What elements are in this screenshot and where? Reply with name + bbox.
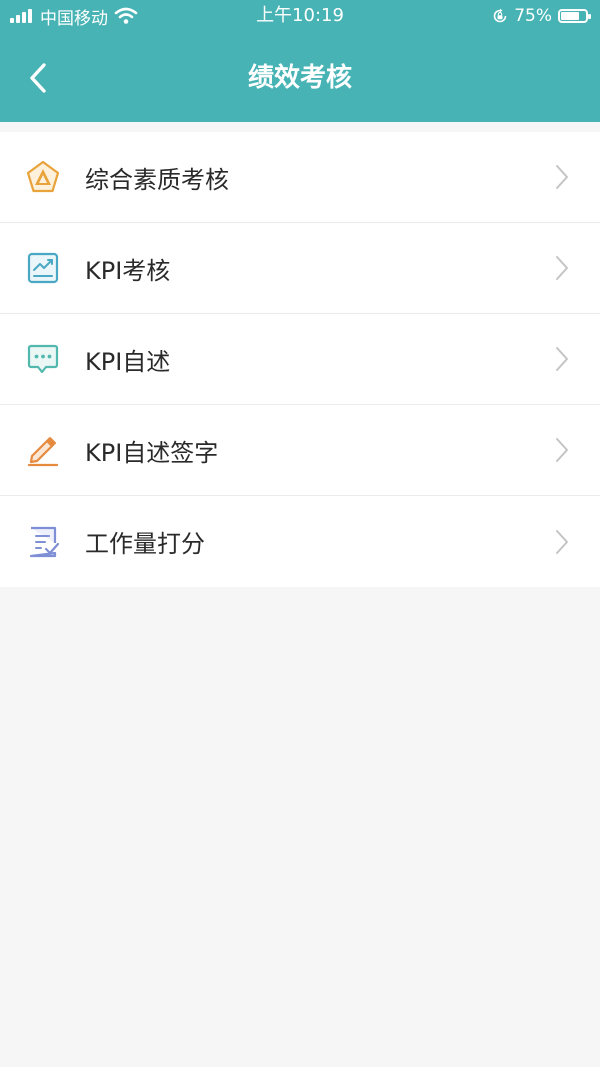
menu-item-label: KPI自述签字 [85,438,219,467]
page-title: 绩效考核 [247,63,352,93]
menu-list: 综合素质考核 KPI考核 KPI自述 KPI自述签字 工作量打分 [0,132,600,587]
chevron-right-icon [556,529,568,554]
menu-item-kpi-signature[interactable]: KPI自述签字 [0,405,600,496]
pentagon-badge-icon [25,159,61,195]
chevron-right-icon [556,256,568,280]
chat-bubble-icon [25,341,61,377]
menu-item-kpi-assessment[interactable]: KPI考核 [0,223,600,314]
menu-item-kpi-self-statement[interactable]: KPI自述 [0,314,600,405]
menu-item-workload-scoring[interactable]: 工作量打分 [0,496,600,587]
menu-item-label: KPI自述 [85,347,171,376]
menu-item-label: 综合素质考核 [85,165,229,194]
status-bar: 中国移动 上午10:19 75% [0,0,600,36]
battery-icon [558,9,591,23]
header: 中国移动 上午10:19 75% 绩效考核 [0,0,600,122]
menu-item-quality-assessment[interactable]: 综合素质考核 [0,132,600,223]
chevron-right-icon [556,438,568,462]
battery-percent: 75% [514,6,552,26]
rotation-lock-icon [493,8,507,23]
status-right: 75% [492,5,591,27]
checklist-icon [25,524,61,560]
menu-item-label: KPI考核 [85,256,171,285]
battery-fill [561,12,579,20]
chevron-right-icon [556,165,568,189]
menu-item-label: 工作量打分 [85,530,205,558]
chevron-right-icon [556,347,568,371]
pen-sign-icon [25,432,61,468]
chart-board-icon [25,250,61,286]
